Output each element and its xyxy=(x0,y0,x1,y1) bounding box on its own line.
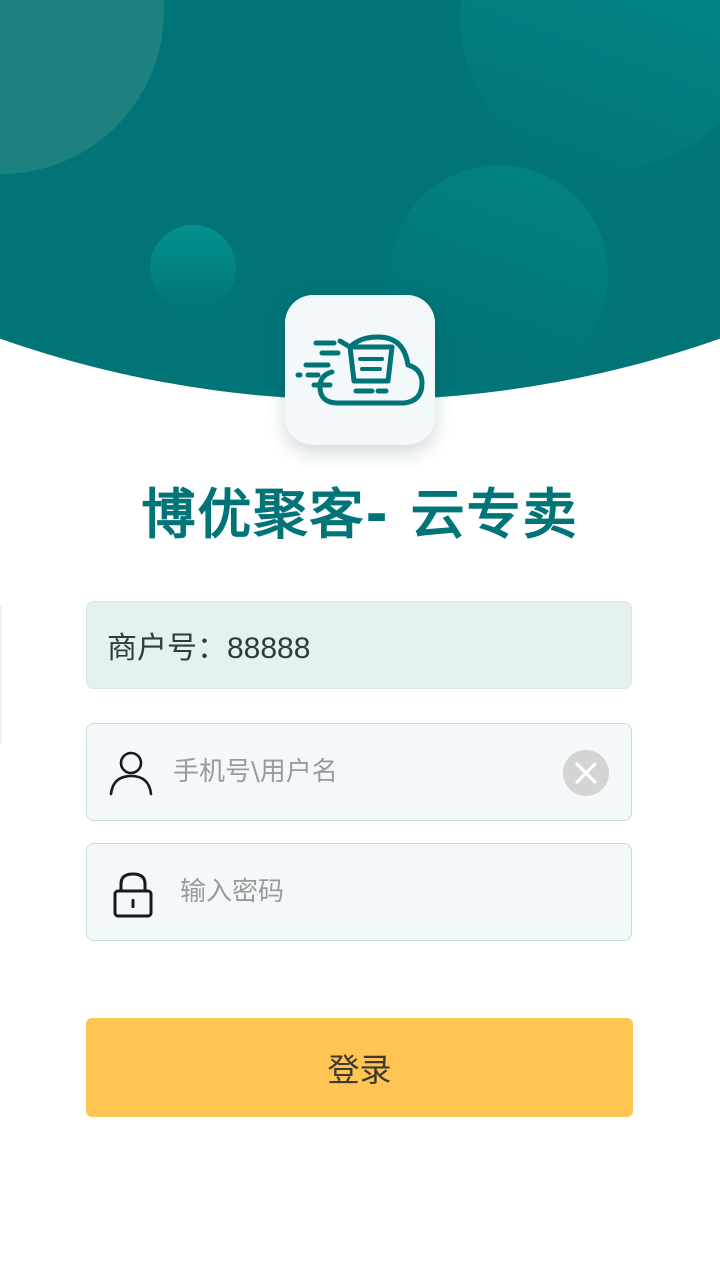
app-logo xyxy=(285,295,435,445)
close-icon xyxy=(575,762,597,784)
login-button[interactable]: 登录 xyxy=(86,1018,633,1117)
lock-icon xyxy=(113,872,153,918)
user-icon xyxy=(109,751,153,796)
decorative-circle xyxy=(150,225,236,311)
clear-username-button[interactable] xyxy=(563,750,609,796)
login-screen: 博优聚客- 云专卖 商户号：88888 登录 xyxy=(0,0,720,1280)
decorative-circle xyxy=(460,0,720,170)
app-title: 博优聚客- 云专卖 xyxy=(141,483,579,546)
password-input[interactable] xyxy=(180,844,600,940)
username-input[interactable] xyxy=(173,724,553,820)
decorative-circle xyxy=(0,0,164,174)
password-field[interactable] xyxy=(86,843,632,941)
username-field[interactable] xyxy=(86,723,632,821)
edge-divider xyxy=(0,606,2,744)
merchant-number: 商户号：88888 xyxy=(86,601,632,689)
cloud-shopping-cart-icon xyxy=(295,334,425,406)
